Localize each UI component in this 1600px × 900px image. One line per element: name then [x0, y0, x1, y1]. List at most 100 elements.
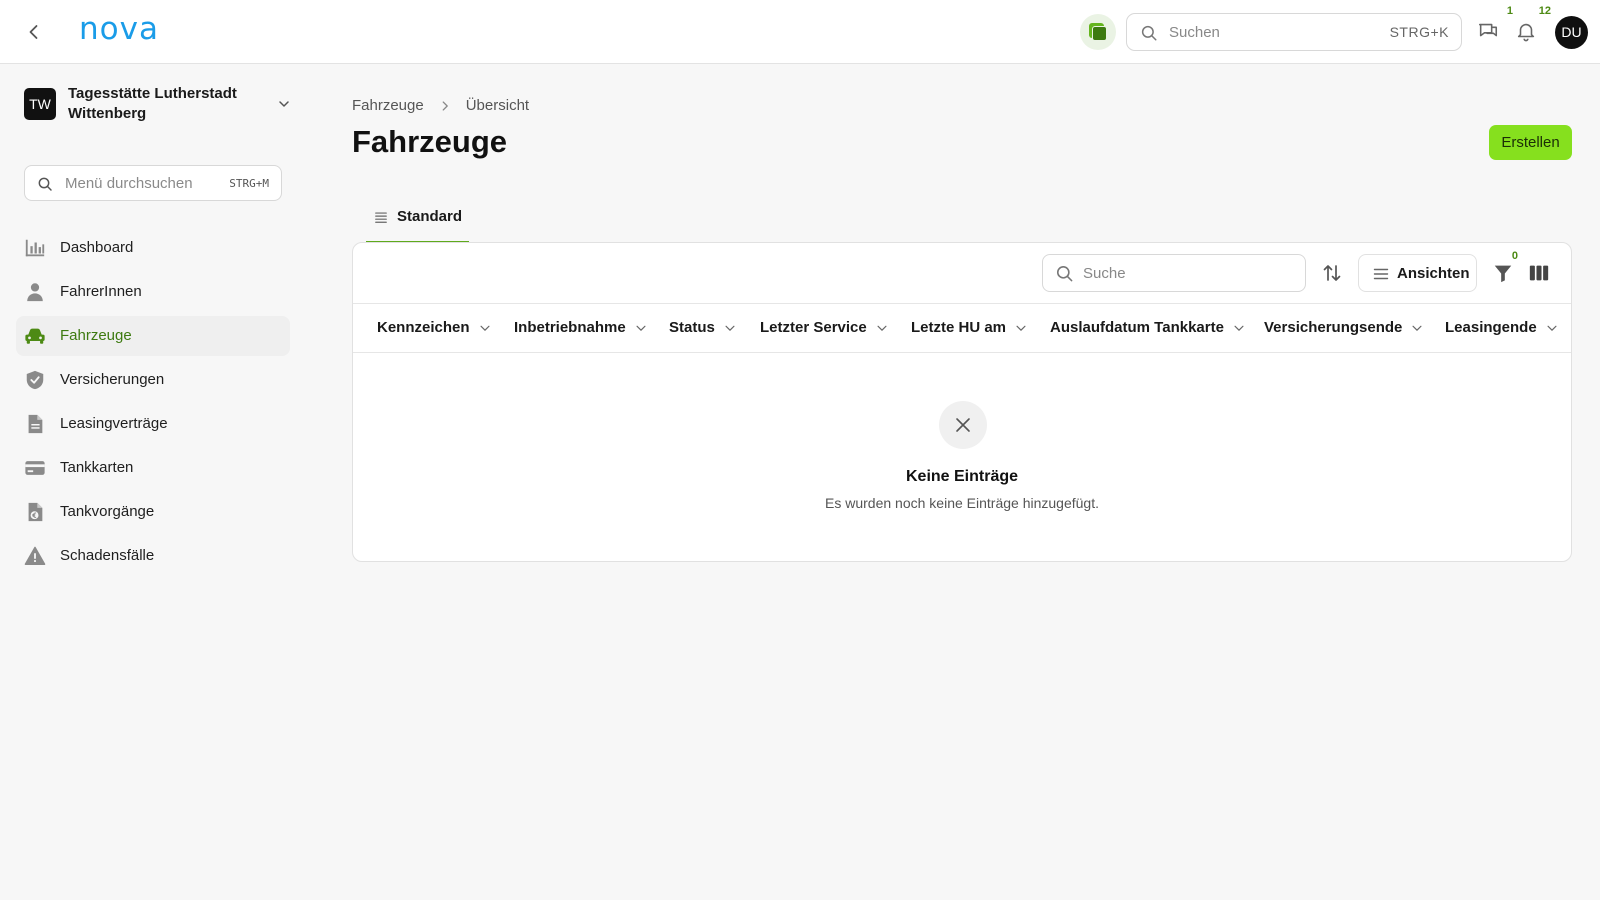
- bar-chart-icon: [25, 239, 45, 257]
- global-search-input[interactable]: Suchen STRG+K: [1126, 13, 1462, 51]
- sort-button[interactable]: [1320, 261, 1344, 285]
- create-button[interactable]: Erstellen: [1489, 125, 1572, 160]
- filter-button[interactable]: 0: [1492, 250, 1518, 284]
- notifications-button[interactable]: 12: [1515, 5, 1551, 46]
- chevron-down-icon: [479, 325, 490, 331]
- back-button[interactable]: [22, 20, 46, 44]
- sort-arrows-icon: [1323, 265, 1341, 281]
- menu-search-input[interactable]: Menü durchsuchen STRG+M: [24, 165, 282, 201]
- column-header-label: Versicherungsende: [1264, 319, 1403, 336]
- sidebar-item-tankkarten[interactable]: Tankkarten: [16, 448, 290, 488]
- bell-icon: [1517, 23, 1535, 42]
- chevron-right-icon: [442, 100, 448, 111]
- column-header-letzte-hu[interactable]: Letzte HU am: [911, 319, 1028, 336]
- organization-switcher[interactable]: TW Tagesstätte Lutherstadt Wittenberg: [24, 84, 294, 130]
- column-header-letzter-service[interactable]: Letzter Service: [760, 319, 889, 336]
- sidebar-item-label: Tankkarten: [60, 459, 134, 476]
- sidebar-item-label: Leasingverträge: [60, 415, 168, 432]
- empty-state-icon: [939, 401, 987, 449]
- search-icon: [38, 177, 52, 191]
- column-header-label: Leasingende: [1445, 319, 1537, 336]
- column-header-label: Letzte HU am: [911, 319, 1007, 336]
- columns-button[interactable]: [1528, 262, 1550, 284]
- sidebar-item-leasingvertraege[interactable]: Leasingverträge: [16, 404, 290, 444]
- tab-standard[interactable]: Standard: [366, 199, 469, 243]
- search-icon: [1141, 25, 1157, 41]
- table-header: Kennzeichen Inbetriebnahme Status Letzte…: [353, 303, 1571, 353]
- chevron-down-icon: [1234, 325, 1244, 331]
- app-logo[interactable]: nova: [79, 11, 159, 47]
- shield-check-icon: [26, 370, 44, 390]
- sidebar-item-tankvorgaenge[interactable]: Tankvorgänge: [16, 492, 290, 532]
- table-card: Suche Ansichten 0 Kennzeichen Inbetriebn…: [352, 242, 1572, 562]
- close-icon: [956, 418, 970, 432]
- column-header-label: Inbetriebnahme: [514, 319, 626, 336]
- warning-icon: [24, 546, 46, 565]
- sidebar-item-versicherungen[interactable]: Versicherungen: [16, 360, 290, 400]
- table-search-input[interactable]: Suche: [1042, 254, 1306, 292]
- sidebar-item-label: Versicherungen: [60, 371, 165, 388]
- column-header-inbetriebnahme[interactable]: Inbetriebnahme: [514, 319, 648, 336]
- sidebar-item-fahrzeuge[interactable]: Fahrzeuge: [16, 316, 290, 356]
- top-bar: nova Suchen STRG+K 1 12 DU: [0, 0, 1600, 64]
- column-header-versicherungsende[interactable]: Versicherungsende: [1264, 319, 1424, 336]
- credit-card-icon: [25, 461, 45, 475]
- app-switcher-button[interactable]: [1080, 14, 1116, 50]
- list-icon: [1373, 268, 1389, 280]
- sidebar-nav: Dashboard FahrerInnen Fahrzeuge Versiche…: [16, 228, 290, 580]
- chevron-down-icon: [877, 325, 887, 331]
- global-search-placeholder: Suchen: [1169, 24, 1220, 41]
- column-header-auslaufdatum-tankkarte[interactable]: Auslaufdatum Tankkarte: [1050, 319, 1246, 336]
- sidebar-item-label: Dashboard: [60, 239, 134, 256]
- column-header-status[interactable]: Status: [669, 319, 737, 336]
- document-icon: [28, 414, 43, 434]
- messages-button[interactable]: 1: [1477, 5, 1513, 46]
- empty-state-title: Keine Einträge: [905, 468, 1019, 485]
- organization-name: Tagesstätte Lutherstadt Wittenberg: [68, 85, 237, 122]
- chevron-down-icon: [1547, 325, 1557, 331]
- person-icon: [27, 283, 43, 302]
- column-header-label: Letzter Service: [760, 319, 867, 336]
- column-header-leasingende[interactable]: Leasingende: [1445, 319, 1559, 336]
- user-avatar[interactable]: DU: [1555, 16, 1588, 49]
- breadcrumb-item[interactable]: Übersicht: [466, 97, 529, 114]
- global-search-shortcut: STRG+K: [1389, 24, 1449, 40]
- sidebar-item-label: FahrerInnen: [60, 283, 142, 300]
- menu-search-placeholder: Menü durchsuchen: [65, 175, 193, 192]
- breadcrumb-item[interactable]: Fahrzeuge: [352, 97, 424, 114]
- column-header-label: Auslaufdatum Tankkarte: [1050, 319, 1224, 336]
- sidebar-item-label: Tankvorgänge: [60, 503, 155, 520]
- tab-label: Standard: [397, 208, 463, 225]
- menu-search-shortcut: STRG+M: [229, 177, 269, 190]
- table-search-placeholder: Suche: [1083, 265, 1126, 282]
- chat-icon: [1478, 23, 1498, 37]
- euro-document-icon: [28, 502, 43, 522]
- page-title: Fahrzeuge: [352, 124, 508, 159]
- chevron-left-icon: [29, 25, 38, 39]
- column-header-label: Kennzeichen: [377, 319, 470, 336]
- sidebar-item-label: Fahrzeuge: [60, 327, 132, 344]
- chevron-down-icon: [279, 101, 289, 107]
- filter-badge: 0: [1511, 250, 1518, 262]
- sidebar-item-schadensfaelle[interactable]: Schadensfälle: [16, 536, 290, 576]
- car-icon: [25, 328, 45, 344]
- list-icon: [375, 212, 387, 223]
- organization-badge: TW: [24, 88, 56, 120]
- chevron-down-icon: [725, 325, 735, 331]
- breadcrumb: Fahrzeuge Übersicht: [352, 97, 529, 114]
- chevron-down-icon: [1016, 325, 1026, 331]
- search-icon: [1056, 265, 1073, 282]
- column-header-kennzeichen[interactable]: Kennzeichen: [377, 319, 492, 336]
- sidebar-item-dashboard[interactable]: Dashboard: [16, 228, 290, 268]
- views-button[interactable]: Ansichten: [1358, 254, 1477, 292]
- views-label: Ansichten: [1397, 265, 1470, 282]
- filter-icon: [1494, 265, 1512, 283]
- sidebar-item-label: Schadensfälle: [60, 547, 155, 564]
- column-header-label: Status: [669, 319, 715, 336]
- messages-badge: 1: [1506, 5, 1513, 17]
- empty-state-subtitle: Es wurden noch keine Einträge hinzugefüg…: [825, 495, 1099, 511]
- chevron-down-icon: [1412, 325, 1422, 331]
- chevron-down-icon: [636, 325, 646, 331]
- sidebar-item-fahrerinnen[interactable]: FahrerInnen: [16, 272, 290, 312]
- columns-icon: [1529, 265, 1549, 281]
